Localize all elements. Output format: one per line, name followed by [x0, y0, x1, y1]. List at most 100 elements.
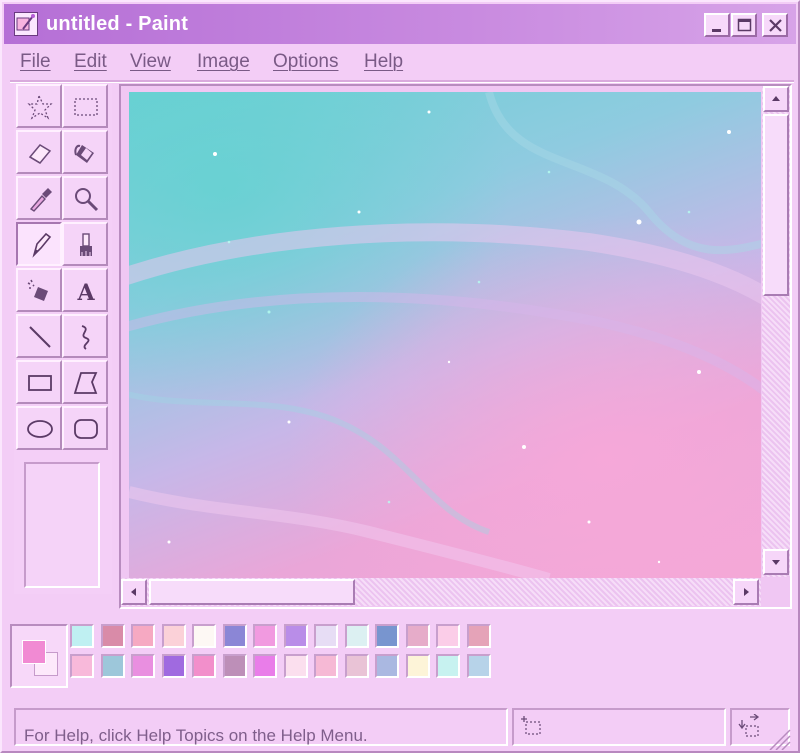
tool-polygon[interactable] [62, 360, 108, 404]
paint-app-icon[interactable] [14, 12, 38, 36]
menu-edit[interactable]: Edit [74, 51, 107, 73]
color-box [10, 622, 794, 694]
menu-image[interactable]: Image [197, 51, 250, 73]
tool-free-form-select[interactable] [16, 84, 62, 128]
scroll-right-button[interactable] [733, 579, 759, 605]
palette-swatch[interactable] [344, 624, 369, 648]
arrow-up-icon [772, 96, 780, 101]
palette-swatch[interactable] [131, 654, 155, 678]
rect-select-icon [74, 98, 98, 116]
tool-options-panel[interactable] [24, 462, 100, 588]
tool-rectangle[interactable] [16, 360, 62, 404]
status-bar: For Help, click Help Topics on the Help … [10, 706, 794, 748]
free-form-select-icon [27, 94, 53, 120]
palette-swatch[interactable] [70, 624, 94, 648]
close-button[interactable] [762, 13, 788, 37]
polygon-icon [73, 372, 98, 394]
curve-icon [81, 325, 90, 350]
palette-swatch[interactable] [70, 654, 94, 678]
title-bar[interactable]: untitled - Paint [4, 4, 796, 44]
status-help-panel: For Help, click Help Topics on the Help … [14, 708, 508, 746]
canvas-frame [119, 84, 792, 609]
pencil-icon [32, 232, 52, 258]
menu-help[interactable]: Help [364, 51, 403, 73]
palette-swatch[interactable] [253, 654, 277, 678]
palette-swatch[interactable] [161, 624, 186, 648]
palette-swatch[interactable] [314, 624, 338, 648]
rectangle-icon [28, 375, 52, 391]
tool-magnifier[interactable] [62, 176, 108, 220]
foreground-color-swatch[interactable] [22, 640, 46, 664]
minimize-button[interactable] [704, 13, 730, 37]
status-cursor-position-panel [512, 708, 726, 746]
menu-file[interactable]: File [20, 51, 51, 73]
ellipse-icon [27, 420, 53, 438]
scroll-up-button[interactable] [763, 86, 789, 112]
paint-window: untitled - Paint File Edit View Image Op… [0, 0, 800, 753]
vertical-scrollbar[interactable] [762, 86, 790, 577]
horizontal-scroll-thumb[interactable] [149, 579, 355, 605]
palette-swatch[interactable] [100, 624, 125, 648]
scroll-down-button[interactable] [763, 549, 789, 575]
palette-swatch[interactable] [314, 654, 338, 678]
palette-swatch[interactable] [405, 654, 430, 678]
canvas-artwork [129, 92, 761, 579]
resize-grip-icon[interactable] [762, 726, 792, 750]
menu-bar: File Edit View Image Options Help [4, 46, 796, 78]
palette-swatch[interactable] [131, 624, 155, 648]
cursor-position-icon [521, 716, 541, 735]
tool-brush[interactable] [62, 222, 108, 266]
close-icon [769, 19, 782, 32]
palette-swatch[interactable] [222, 624, 247, 648]
arrow-right-icon [744, 588, 749, 596]
tool-line[interactable] [16, 314, 62, 358]
vertical-scroll-thumb[interactable] [763, 114, 789, 296]
tool-fill[interactable] [62, 130, 108, 174]
tool-pencil[interactable] [16, 222, 62, 266]
tool-eraser[interactable] [16, 130, 62, 174]
palette-swatch[interactable] [466, 654, 491, 678]
palette-swatch[interactable] [375, 654, 399, 678]
palette-swatch[interactable] [253, 624, 277, 648]
tool-airbrush[interactable] [16, 268, 62, 312]
palette-swatch[interactable] [405, 624, 430, 648]
window-title: untitled - Paint [46, 13, 189, 35]
line-icon [29, 326, 51, 348]
text-icon: A [76, 280, 95, 305]
palette-swatch[interactable] [283, 624, 308, 648]
menu-separator [10, 80, 794, 83]
magnifier-icon [75, 188, 99, 212]
palette-swatch[interactable] [466, 624, 491, 648]
tool-ellipse[interactable] [16, 406, 62, 450]
status-help-text: For Help, click Help Topics on the Help … [24, 726, 368, 745]
arrow-down-icon [772, 560, 780, 565]
tool-rounded-rectangle[interactable] [62, 406, 108, 450]
maximize-icon [737, 18, 752, 32]
palette-swatch[interactable] [192, 624, 216, 648]
palette-swatch[interactable] [192, 654, 216, 678]
tool-text[interactable]: A [62, 268, 108, 312]
palette-swatch[interactable] [100, 654, 125, 678]
eraser-icon [28, 144, 52, 164]
horizontal-scrollbar[interactable] [121, 578, 761, 606]
current-colors[interactable] [10, 624, 68, 688]
maximize-button[interactable] [731, 13, 757, 37]
menu-options[interactable]: Options [273, 51, 338, 73]
scroll-left-button[interactable] [121, 579, 147, 605]
palette-swatch[interactable] [436, 654, 460, 678]
palette-swatch[interactable] [283, 654, 308, 678]
tool-rect-select[interactable] [62, 84, 108, 128]
text-tool-glyph: A [76, 280, 95, 305]
palette-swatch[interactable] [161, 654, 186, 678]
drawing-canvas[interactable] [129, 92, 761, 579]
fill-bucket-icon [74, 144, 94, 163]
tool-curve[interactable] [62, 314, 108, 358]
menu-view[interactable]: View [130, 51, 171, 73]
palette-swatch[interactable] [222, 654, 247, 678]
palette-swatch[interactable] [436, 624, 460, 648]
palette-swatch[interactable] [344, 654, 369, 678]
arrow-left-icon [131, 588, 136, 596]
tool-color-picker[interactable] [16, 176, 62, 220]
brush-icon [80, 233, 92, 256]
palette-swatch[interactable] [375, 624, 399, 648]
